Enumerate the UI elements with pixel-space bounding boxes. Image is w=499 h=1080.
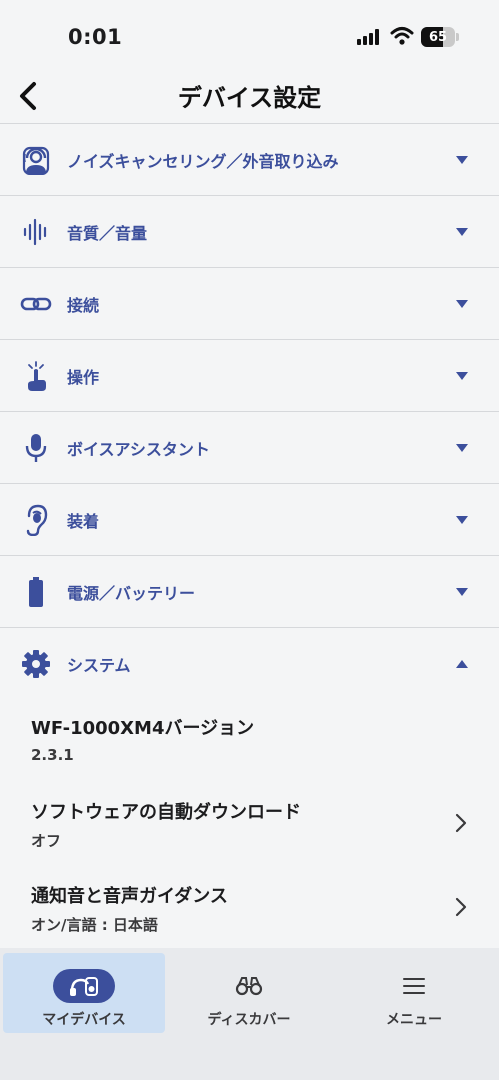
section-noise-cancelling[interactable]: ノイズキャンセリング／外音取り込み <box>0 124 499 196</box>
section-power-battery[interactable]: 電源／バッテリー <box>0 556 499 628</box>
sound-wave-icon <box>20 216 52 248</box>
section-label: システム <box>67 656 131 675</box>
caret-down-icon <box>456 587 468 596</box>
tab-bar: マイデバイス ディスカバー メニュー <box>0 948 499 1080</box>
menu-icon <box>403 978 425 994</box>
caret-down-icon <box>456 227 468 236</box>
section-wearing[interactable]: 装着 <box>0 484 499 556</box>
item-value: オフ <box>31 832 62 850</box>
section-label: 音質／音量 <box>67 223 148 243</box>
section-label: 装着 <box>67 511 100 531</box>
tab-label: マイデバイス <box>42 1012 126 1028</box>
battery-percent: 65 <box>428 29 448 45</box>
status-bar: 0:01 65 <box>0 0 499 70</box>
chevron-right-icon <box>455 813 467 833</box>
tab-discover[interactable]: ディスカバー <box>168 953 330 1033</box>
section-label: 操作 <box>67 367 100 387</box>
caret-down-icon <box>456 155 468 164</box>
tab-label: メニュー <box>386 1012 442 1028</box>
tap-hand-icon <box>20 360 52 392</box>
page-title: デバイス設定 <box>177 84 322 112</box>
item-title: ソフトウェアの自動ダウンロード <box>31 802 301 823</box>
tab-label: ディスカバー <box>207 1012 291 1028</box>
item-title: 通知音と音声ガイダンス <box>31 886 228 907</box>
tab-icon-wrap <box>218 969 280 1003</box>
microphone-icon <box>20 432 52 464</box>
caret-down-icon <box>456 515 468 524</box>
caret-down-icon <box>456 443 468 452</box>
tab-menu[interactable]: メニュー <box>333 953 495 1033</box>
status-time: 0:01 <box>68 25 123 49</box>
notification-guidance-item[interactable]: 通知音と音声ガイダンス オン/言語 : 日本語 <box>0 866 499 950</box>
gear-icon <box>20 648 52 680</box>
headphones-device-icon <box>70 977 98 996</box>
item-value: オン/言語 : 日本語 <box>31 916 158 934</box>
item-title: WF-1000XM4バージョン <box>31 718 255 739</box>
caret-down-icon <box>456 371 468 380</box>
section-system[interactable]: システム <box>0 628 499 700</box>
header: デバイス設定 <box>0 70 499 124</box>
battery-icon <box>20 576 52 608</box>
item-value: 2.3.1 <box>31 746 74 764</box>
tab-icon-wrap <box>383 969 445 1003</box>
chevron-right-icon <box>455 897 467 917</box>
ear-icon <box>20 504 52 536</box>
section-label: 接続 <box>67 295 100 315</box>
person-sound-icon <box>20 144 52 176</box>
section-label: ボイスアシスタント <box>67 439 210 459</box>
tab-my-device[interactable]: マイデバイス <box>3 953 165 1033</box>
section-operation[interactable]: 操作 <box>0 340 499 412</box>
caret-down-icon <box>456 299 468 308</box>
battery-status-icon: 65 <box>421 27 455 47</box>
auto-download-item[interactable]: ソフトウェアの自動ダウンロード オフ <box>0 782 499 866</box>
firmware-version-item: WF-1000XM4バージョン 2.3.1 <box>0 698 499 782</box>
section-sound-quality[interactable]: 音質／音量 <box>0 196 499 268</box>
tab-icon-pill <box>53 969 115 1003</box>
section-label: 電源／バッテリー <box>67 583 196 603</box>
binoculars-icon <box>235 977 263 996</box>
settings-sections: ノイズキャンセリング／外音取り込み 音質／音量 接続 操作 ボイスアシスタント … <box>0 124 499 700</box>
system-items: WF-1000XM4バージョン 2.3.1 ソフトウェアの自動ダウンロード オフ… <box>0 698 499 950</box>
cellular-signal-icon <box>357 29 383 45</box>
caret-up-icon <box>456 660 468 668</box>
link-icon <box>20 288 52 320</box>
wifi-icon <box>390 26 414 46</box>
section-connection[interactable]: 接続 <box>0 268 499 340</box>
section-voice-assistant[interactable]: ボイスアシスタント <box>0 412 499 484</box>
section-label: ノイズキャンセリング／外音取り込み <box>67 151 339 171</box>
